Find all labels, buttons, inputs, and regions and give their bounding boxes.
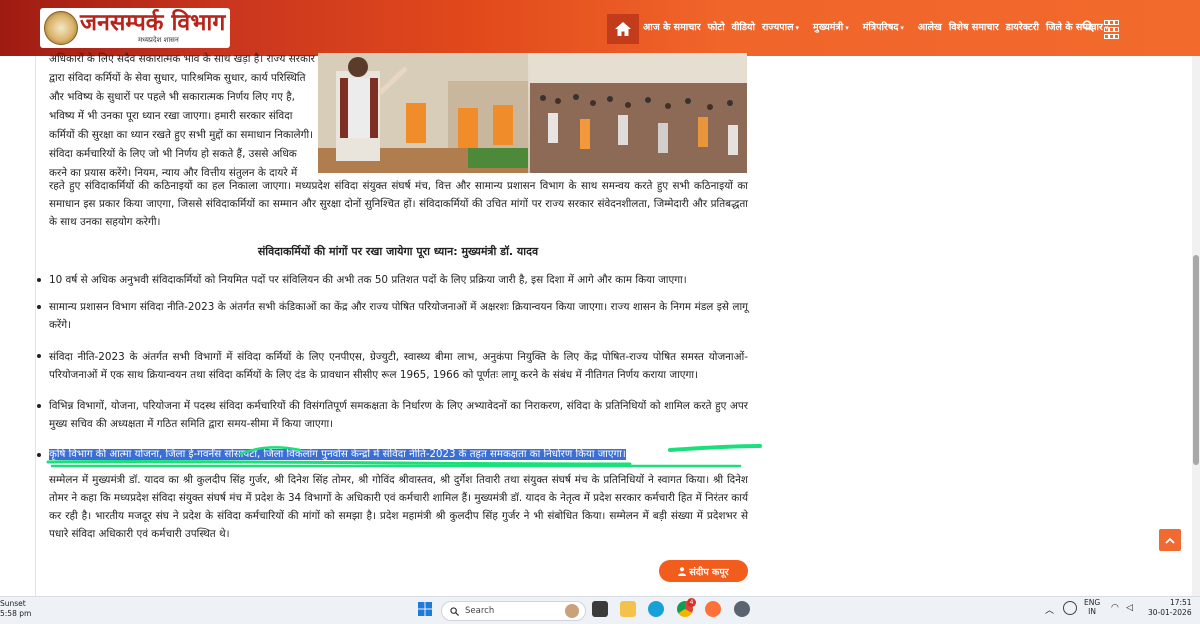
nav-item[interactable]: वीडियो bbox=[732, 20, 755, 33]
notification-badge: 4 bbox=[687, 598, 696, 607]
chevron-down-icon: ▾ bbox=[795, 24, 800, 32]
article-photo bbox=[318, 53, 747, 173]
nav-item[interactable]: मंत्रिपरिषद ▾ bbox=[863, 20, 911, 33]
site-logo[interactable]: जनसम्पर्क विभाग मध्यप्रदेश शासन bbox=[40, 8, 230, 48]
bullet-item-3: संविदा नीति-2023 के अंतर्गत सभी विभागों … bbox=[49, 351, 748, 381]
nav-item-label: आलेख bbox=[917, 22, 942, 33]
volume-icon[interactable]: ◁ bbox=[1126, 603, 1133, 613]
wifi-icon[interactable]: ◠ bbox=[1111, 603, 1119, 613]
bullet-dot bbox=[36, 352, 44, 360]
author-tag[interactable]: संदीप कपूर bbox=[659, 560, 748, 582]
bullet-item-4: विभिन्न विभागों, योजना, परियोजना में पदस… bbox=[49, 400, 748, 430]
clock-date: 30-01-2026 bbox=[1148, 608, 1192, 617]
nav-item-label: आज के समाचार bbox=[643, 22, 701, 33]
clock-time: 17:51 bbox=[1169, 598, 1192, 607]
task-view-icon[interactable] bbox=[592, 601, 608, 617]
search-highlight-avatar-icon bbox=[565, 604, 579, 618]
intro-line: संविदा कर्मचारियों के लिए जो भी निर्णय ह… bbox=[49, 148, 297, 160]
chevron-up-icon bbox=[1165, 537, 1175, 544]
edge-browser-icon[interactable] bbox=[648, 601, 664, 617]
intro-line: और भविष्य के सुधारों पर पहले भी सकारात्म… bbox=[49, 91, 295, 103]
chevron-down-icon: ▾ bbox=[900, 24, 904, 32]
nav-item-label: मुख्यमंत्री bbox=[813, 22, 844, 33]
closing-paragraph: सम्मेलन में मुख्यमंत्री डॉ. यादव का श्री… bbox=[49, 474, 748, 540]
nav-item-label: राज्यपाल bbox=[761, 22, 794, 33]
intro-line: कर्मियों की सुरक्षा का ध्यान रखते हुए सभ… bbox=[49, 129, 314, 141]
back-to-top-button[interactable] bbox=[1159, 529, 1181, 551]
site-header: जनसम्पर्क विभाग मध्यप्रदेश शासन आज के सम… bbox=[0, 0, 1200, 56]
nav-item-label: जिले के समाचार bbox=[1046, 22, 1103, 33]
user-icon bbox=[678, 566, 687, 576]
scrollbar-thumb[interactable] bbox=[1193, 255, 1199, 465]
weather-widget[interactable]: Sunset 5:58 pm bbox=[0, 599, 31, 619]
intro-paragraph-continued: रहते हुए संविदाकर्मियों की कठिनाइयों का … bbox=[49, 180, 748, 228]
apps-grid-icon[interactable] bbox=[1104, 20, 1119, 39]
home-icon bbox=[615, 22, 631, 36]
nav-item[interactable]: डायरेक्टरी bbox=[1006, 20, 1039, 33]
nav-item-label: वीडियो bbox=[731, 22, 755, 33]
file-explorer-icon[interactable] bbox=[620, 601, 636, 617]
section-subheading: संविदाकर्मियों की मांगों पर रखा जायेगा प… bbox=[257, 245, 539, 258]
lang-bottom: IN bbox=[1088, 607, 1096, 616]
bullet-item-1: 10 वर्ष से अधिक अनुभवी संविदाकर्मियों को… bbox=[49, 274, 687, 286]
lang-top: ENG bbox=[1084, 598, 1101, 607]
taskbar-search[interactable]: Search bbox=[441, 601, 586, 621]
author-name: संदीप कपूर bbox=[689, 566, 729, 578]
search-icon[interactable] bbox=[1082, 20, 1094, 32]
language-indicator[interactable]: ENG IN bbox=[1084, 598, 1100, 616]
nav-item[interactable]: मुख्यमंत्री ▾ bbox=[813, 20, 856, 33]
nav-item[interactable]: फोटो bbox=[708, 20, 725, 33]
green-marker-annotation bbox=[46, 444, 762, 468]
windows-start-icon[interactable] bbox=[418, 602, 432, 616]
logo-title: जनसम्पर्क विभाग bbox=[80, 10, 226, 36]
bullet-dot bbox=[36, 402, 44, 410]
bullet-item-2: सामान्य प्रशासन विभाग संविदा नीति-2023 क… bbox=[49, 301, 748, 331]
nav-item[interactable]: आज के समाचार bbox=[643, 20, 701, 33]
nav-item-label: मंत्रिपरिषद bbox=[862, 22, 899, 33]
bullet-dot bbox=[36, 303, 44, 311]
nav-item[interactable]: आलेख bbox=[918, 20, 942, 33]
main-nav: आज के समाचार फोटो वीडियो राज्यपाल ▾ मुख्यमंत्… bbox=[643, 20, 1122, 33]
search-icon bbox=[450, 606, 459, 616]
weather-label: Sunset bbox=[0, 599, 26, 608]
nav-item-label: विशेष समाचार bbox=[948, 22, 999, 33]
intro-line: भविष्य में भी उनका पूरा ध्यान रखा जाएगा।… bbox=[49, 110, 293, 122]
chevron-down-icon: ▾ bbox=[845, 24, 849, 32]
logo-subtitle: मध्यप्रदेश शासन bbox=[138, 36, 179, 44]
nav-item-label: फोटो bbox=[707, 22, 725, 33]
search-placeholder: Search bbox=[465, 606, 495, 616]
home-button[interactable] bbox=[607, 14, 639, 44]
chevron-up-tray-icon[interactable]: ︿ bbox=[1045, 603, 1054, 616]
nav-item[interactable]: विशेष समाचार bbox=[949, 20, 999, 33]
intro-line: अधिकारों के लिए सदैव सकारात्मक भाव के सा… bbox=[49, 53, 315, 65]
event-photo-image bbox=[318, 53, 747, 173]
nav-item[interactable]: राज्यपाल ▾ bbox=[762, 20, 806, 33]
nav-item-label: डायरेक्टरी bbox=[1005, 22, 1040, 33]
intro-line: द्वारा संविदा कर्मियों के सेवा सुधार, पा… bbox=[49, 72, 306, 84]
weather-time: 5:58 pm bbox=[0, 609, 32, 618]
system-clock[interactable]: 17:51 30-01-2026 bbox=[1148, 598, 1192, 618]
bullet-dot bbox=[36, 276, 44, 284]
content-left-border bbox=[35, 56, 36, 596]
mp-emblem-icon bbox=[44, 11, 78, 45]
firefox-browser-icon[interactable] bbox=[705, 601, 721, 617]
cloud-sync-icon[interactable] bbox=[1063, 601, 1077, 615]
app-icon[interactable] bbox=[734, 601, 750, 617]
